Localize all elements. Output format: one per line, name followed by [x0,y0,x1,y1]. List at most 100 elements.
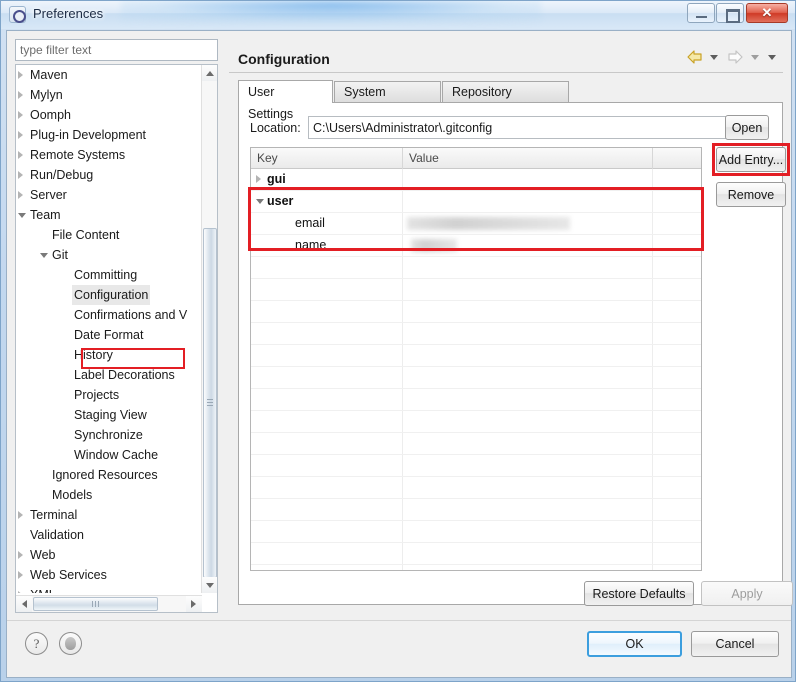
table-row-empty[interactable] [251,367,701,389]
tree-collapse-arrow-icon[interactable] [18,151,23,159]
forward-dropdown-icon[interactable] [750,54,759,60]
cell-extra [653,235,701,257]
sidebar-item-run-debug[interactable]: Run/Debug [16,165,202,185]
tree-collapse-arrow-icon[interactable] [18,171,23,179]
sidebar-item-date-format[interactable]: Date Format [16,325,202,345]
column-header-value[interactable]: Value [403,148,653,169]
sidebar-item-mylyn[interactable]: Mylyn [16,85,202,105]
add-entry-button[interactable]: Add Entry... [716,147,786,172]
back-dropdown-icon[interactable] [709,54,718,60]
minimize-button[interactable] [687,3,715,23]
table-expand-arrow-icon[interactable] [256,199,264,204]
open-button[interactable]: Open [725,115,769,140]
cell-value [403,367,653,389]
table-row[interactable]: gui [251,169,701,191]
sidebar-item-confirmations-and-v[interactable]: Confirmations and V [16,305,202,325]
maximize-button[interactable] [716,3,744,23]
tree-collapse-arrow-icon[interactable] [18,511,23,519]
table-row-empty[interactable] [251,455,701,477]
sidebar-item-server[interactable]: Server [16,185,202,205]
sidebar-item-committing[interactable]: Committing [16,265,202,285]
table-collapse-arrow-icon[interactable] [256,175,261,183]
sidebar-item-maven[interactable]: Maven [16,65,202,85]
sidebar-item-configuration[interactable]: Configuration [16,285,202,305]
tree-expand-arrow-icon[interactable] [18,213,26,218]
ok-button[interactable]: OK [587,631,682,657]
sidebar-item-oomph[interactable]: Oomph [16,105,202,125]
apply-button[interactable]: Apply [701,581,793,606]
tab-repository-settings[interactable]: Repository Settings [442,81,569,120]
sidebar-item-file-content[interactable]: File Content [16,225,202,245]
config-table[interactable]: Key Value gui user email name [250,147,702,571]
tree-hscroll-thumb[interactable] [33,597,158,611]
sidebar-item-history[interactable]: History [16,345,202,365]
tree-collapse-arrow-icon[interactable] [18,591,23,593]
tree-collapse-arrow-icon[interactable] [18,91,23,99]
sidebar-item-staging-view[interactable]: Staging View [16,405,202,425]
tab-user-settings[interactable]: User Settings [238,80,333,121]
scroll-right-icon[interactable] [186,596,202,612]
scroll-up-icon[interactable] [202,65,217,81]
sidebar-item-git[interactable]: Git [16,245,202,265]
table-row-empty[interactable] [251,389,701,411]
cell-value [403,323,653,345]
table-row-empty[interactable] [251,543,701,565]
sidebar-item-team[interactable]: Team [16,205,202,225]
restore-defaults-button[interactable]: Restore Defaults [584,581,694,606]
sidebar-item-ignored-resources[interactable]: Ignored Resources [16,465,202,485]
tree-vscroll-thumb[interactable] [203,228,217,578]
tree-collapse-arrow-icon[interactable] [18,571,23,579]
scroll-left-icon[interactable] [16,596,32,612]
sidebar-item-remote-systems[interactable]: Remote Systems [16,145,202,165]
scroll-down-icon[interactable] [202,577,217,593]
table-row-empty[interactable] [251,477,701,499]
filter-input[interactable] [15,39,218,61]
tab-system-settings[interactable]: System Settings [334,81,441,120]
sidebar-item-web[interactable]: Web [16,545,202,565]
tree-collapse-arrow-icon[interactable] [18,71,23,79]
tree-expand-arrow-icon[interactable] [40,253,48,258]
location-input[interactable] [308,116,742,139]
sidebar-item-web-services[interactable]: Web Services [16,565,202,585]
question-mark-icon[interactable] [25,632,48,655]
oomph-shell-icon[interactable] [59,632,82,655]
sidebar-item-models[interactable]: Models [16,485,202,505]
tree-collapse-arrow-icon[interactable] [18,191,23,199]
column-header-extra[interactable] [653,148,701,169]
sidebar-item-validation[interactable]: Validation [16,525,202,545]
table-row-empty[interactable] [251,521,701,543]
table-row-empty[interactable] [251,323,701,345]
tree-collapse-arrow-icon[interactable] [18,131,23,139]
sidebar-item-plug-in-development[interactable]: Plug-in Development [16,125,202,145]
table-row-empty[interactable] [251,433,701,455]
table-row-empty[interactable] [251,499,701,521]
table-row-empty[interactable] [251,301,701,323]
cell-value [403,169,653,191]
sidebar-item-synchronize[interactable]: Synchronize [16,425,202,445]
back-arrow-icon[interactable] [686,49,704,65]
column-header-key[interactable]: Key [251,148,403,169]
preference-tree[interactable]: Maven Mylyn Oomph Plug-in Development Remote… [16,65,202,593]
cancel-button[interactable]: Cancel [691,631,779,657]
sidebar-item-projects[interactable]: Projects [16,385,202,405]
sidebar-item-xml[interactable]: XML [16,585,202,593]
table-row[interactable]: email [251,213,701,235]
sidebar-item-window-cache[interactable]: Window Cache [16,445,202,465]
table-row-empty[interactable] [251,411,701,433]
sidebar-item-label: Oomph [30,108,71,122]
table-row-empty[interactable] [251,345,701,367]
table-row-empty[interactable] [251,565,701,570]
table-row[interactable]: name [251,235,701,257]
table-row-empty[interactable] [251,257,701,279]
tree-collapse-arrow-icon[interactable] [18,551,23,559]
sidebar-item-terminal[interactable]: Terminal [16,505,202,525]
tree-vertical-scrollbar[interactable] [201,65,217,593]
table-row-empty[interactable] [251,279,701,301]
tree-collapse-arrow-icon[interactable] [18,111,23,119]
remove-button[interactable]: Remove [716,182,786,207]
page-menu-icon[interactable] [768,54,776,60]
close-button[interactable]: ✕ [746,3,788,23]
sidebar-item-label-decorations[interactable]: Label Decorations [16,365,202,385]
table-row[interactable]: user [251,191,701,213]
tree-horizontal-scrollbar[interactable] [16,595,202,612]
